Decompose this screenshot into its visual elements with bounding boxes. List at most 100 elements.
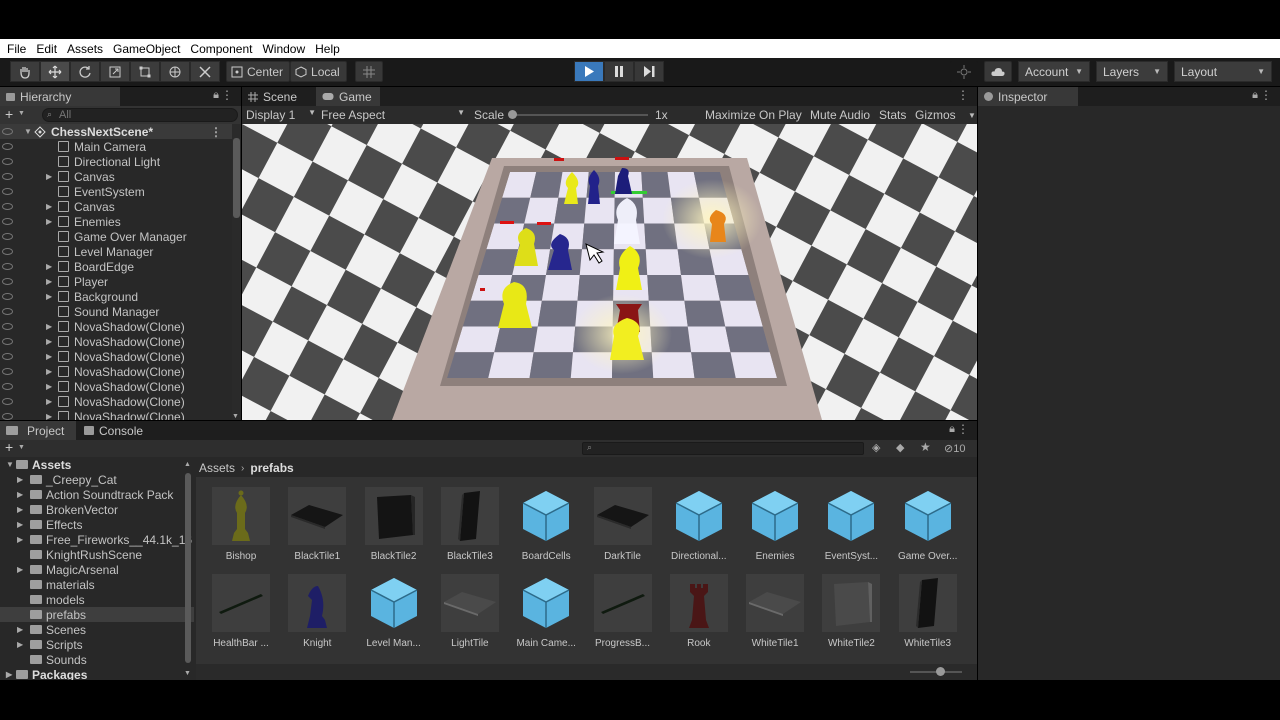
tab-game[interactable]: Game (316, 87, 380, 106)
hierarchy-item[interactable]: ▶ NovaShadow(Clone) (0, 334, 232, 349)
more-options-icon[interactable]: ⋮ (221, 88, 233, 102)
chevron-right-icon[interactable]: ▶ (17, 565, 27, 574)
visibility-eye-icon[interactable] (2, 383, 13, 390)
visibility-eye-icon[interactable] (2, 143, 13, 150)
hierarchy-item[interactable]: ▶ NovaShadow(Clone) (0, 319, 232, 334)
asset-item[interactable]: Level Man... (356, 574, 432, 654)
chevron-right-icon[interactable]: ▶ (46, 262, 56, 271)
hierarchy-item[interactable]: ▶ Canvas (0, 169, 232, 184)
tree-folder-item[interactable]: prefabs (0, 607, 194, 622)
lock-icon[interactable]: 🔒︎ (949, 423, 955, 436)
rotate-tool-icon[interactable] (70, 61, 100, 82)
hierarchy-item[interactable]: ▶ BoardEdge (0, 259, 232, 274)
mute-audio-toggle[interactable]: Mute Audio (810, 108, 870, 122)
tree-assets-root[interactable]: ▼ Assets (0, 457, 194, 472)
chevron-down-icon[interactable]: ▼ (6, 460, 16, 469)
tree-folder-item[interactable]: ▶ Free_Fireworks__44.1k_16 (0, 532, 194, 547)
asset-item[interactable]: HealthBar ... (203, 574, 279, 654)
hierarchy-item[interactable]: ▶ Background (0, 289, 232, 304)
scale-tool-icon[interactable] (100, 61, 130, 82)
chevron-down-icon[interactable]: ▼ (18, 444, 25, 451)
visibility-eye-icon[interactable] (2, 368, 13, 375)
asset-item[interactable]: WhiteTile2 (813, 574, 889, 654)
more-options-icon[interactable]: ⋮ (210, 125, 222, 139)
menu-window[interactable]: Window (261, 42, 310, 56)
visibility-eye-icon[interactable] (2, 128, 13, 135)
filter-type-icon[interactable]: ◈ (872, 441, 880, 454)
hierarchy-item[interactable]: ▶ Canvas (0, 199, 232, 214)
star-icon[interactable]: ★ (920, 440, 931, 454)
chevron-right-icon[interactable]: ▶ (46, 367, 56, 376)
hierarchy-item[interactable]: Sound Manager (0, 304, 232, 319)
chevron-right-icon[interactable]: ▶ (46, 322, 56, 331)
more-options-icon[interactable]: ⋮ (957, 422, 969, 436)
chevron-right-icon[interactable]: ▶ (17, 490, 27, 499)
menu-gameobject[interactable]: GameObject (112, 42, 185, 56)
breadcrumb-assets[interactable]: Assets (199, 461, 235, 475)
tree-folder-item[interactable]: ▶ Effects (0, 517, 194, 532)
pause-icon[interactable] (604, 61, 634, 82)
asset-item[interactable]: BlackTile2 (356, 487, 432, 567)
menu-help[interactable]: Help (314, 42, 345, 56)
chevron-right-icon[interactable]: ▶ (46, 352, 56, 361)
asset-item[interactable]: Rook (661, 574, 737, 654)
maximize-on-play-toggle[interactable]: Maximize On Play (705, 108, 802, 122)
tree-scrollbar[interactable]: ▲ ▼ (184, 461, 192, 677)
tab-inspector[interactable]: Inspector (978, 87, 1078, 106)
chevron-down-icon[interactable]: ▼ (968, 111, 976, 120)
add-icon[interactable]: + (5, 439, 13, 455)
project-search-input[interactable]: ⌕ (582, 442, 864, 455)
transform-tool-icon[interactable] (160, 61, 190, 82)
hierarchy-item[interactable]: ▶ Player (0, 274, 232, 289)
chevron-right-icon[interactable]: ▶ (46, 292, 56, 301)
aspect-dropdown[interactable]: Free Aspect ▼ (321, 108, 465, 122)
menu-edit[interactable]: Edit (35, 42, 62, 56)
tree-folder-item[interactable]: ▶ BrokenVector (0, 502, 194, 517)
hierarchy-item[interactable]: Game Over Manager (0, 229, 232, 244)
asset-item[interactable]: LightTile (432, 574, 508, 654)
chevron-down-icon[interactable]: ▼ (18, 110, 25, 117)
hierarchy-item[interactable]: Main Camera (0, 139, 232, 154)
asset-item[interactable]: Directional... (661, 487, 737, 567)
tab-hierarchy[interactable]: Hierarchy (0, 87, 120, 106)
tree-folder-item[interactable]: KnightRushScene (0, 547, 194, 562)
more-options-icon[interactable]: ⋮ (957, 88, 969, 102)
scene-root[interactable]: ▼ ChessNextScene* ⋮ (0, 124, 232, 139)
menu-file[interactable]: File (6, 42, 31, 56)
scrollbar-thumb[interactable] (233, 138, 240, 218)
hierarchy-item[interactable]: Directional Light (0, 154, 232, 169)
chevron-right-icon[interactable]: ▶ (17, 475, 27, 484)
more-options-icon[interactable]: ⋮ (1260, 88, 1272, 102)
scrollbar-thumb[interactable] (185, 473, 191, 663)
chevron-right-icon[interactable]: ▶ (46, 382, 56, 391)
visibility-eye-icon[interactable] (2, 203, 13, 210)
hierarchy-item[interactable]: Level Manager (0, 244, 232, 259)
lock-icon[interactable]: 🔒︎ (1252, 89, 1258, 102)
asset-item[interactable]: Game Over... (890, 487, 966, 567)
tree-folder-item[interactable]: materials (0, 577, 194, 592)
step-icon[interactable] (634, 61, 664, 82)
hierarchy-item[interactable]: EventSystem (0, 184, 232, 199)
rect-tool-icon[interactable] (130, 61, 160, 82)
display-dropdown[interactable]: Display 1 ▼ (246, 108, 316, 122)
tree-folder-item[interactable]: Sounds (0, 652, 194, 667)
tree-folder-item[interactable]: ▶ _Creepy_Cat (0, 472, 194, 487)
visibility-eye-icon[interactable] (2, 293, 13, 300)
tab-console[interactable]: Console (78, 421, 151, 440)
chevron-right-icon[interactable]: ▶ (46, 412, 56, 420)
chevron-down-icon[interactable]: ▼ (24, 127, 34, 136)
grid-snap-icon[interactable] (355, 61, 383, 82)
chevron-up-icon[interactable]: ▲ (184, 461, 191, 468)
visibility-eye-icon[interactable] (2, 413, 13, 420)
slider-thumb[interactable] (936, 667, 945, 676)
scale-slider-thumb[interactable] (508, 110, 517, 119)
asset-item[interactable]: BlackTile3 (432, 487, 508, 567)
visibility-eye-icon[interactable] (2, 218, 13, 225)
hierarchy-search-input[interactable]: ⌕ All (42, 108, 238, 122)
hand-tool-icon[interactable] (10, 61, 40, 82)
visibility-eye-icon[interactable] (2, 233, 13, 240)
chevron-right-icon[interactable]: ▶ (17, 505, 27, 514)
chevron-down-icon[interactable]: ▼ (232, 413, 239, 420)
visibility-eye-icon[interactable] (2, 398, 13, 405)
label-icon[interactable]: ◆ (896, 441, 904, 454)
